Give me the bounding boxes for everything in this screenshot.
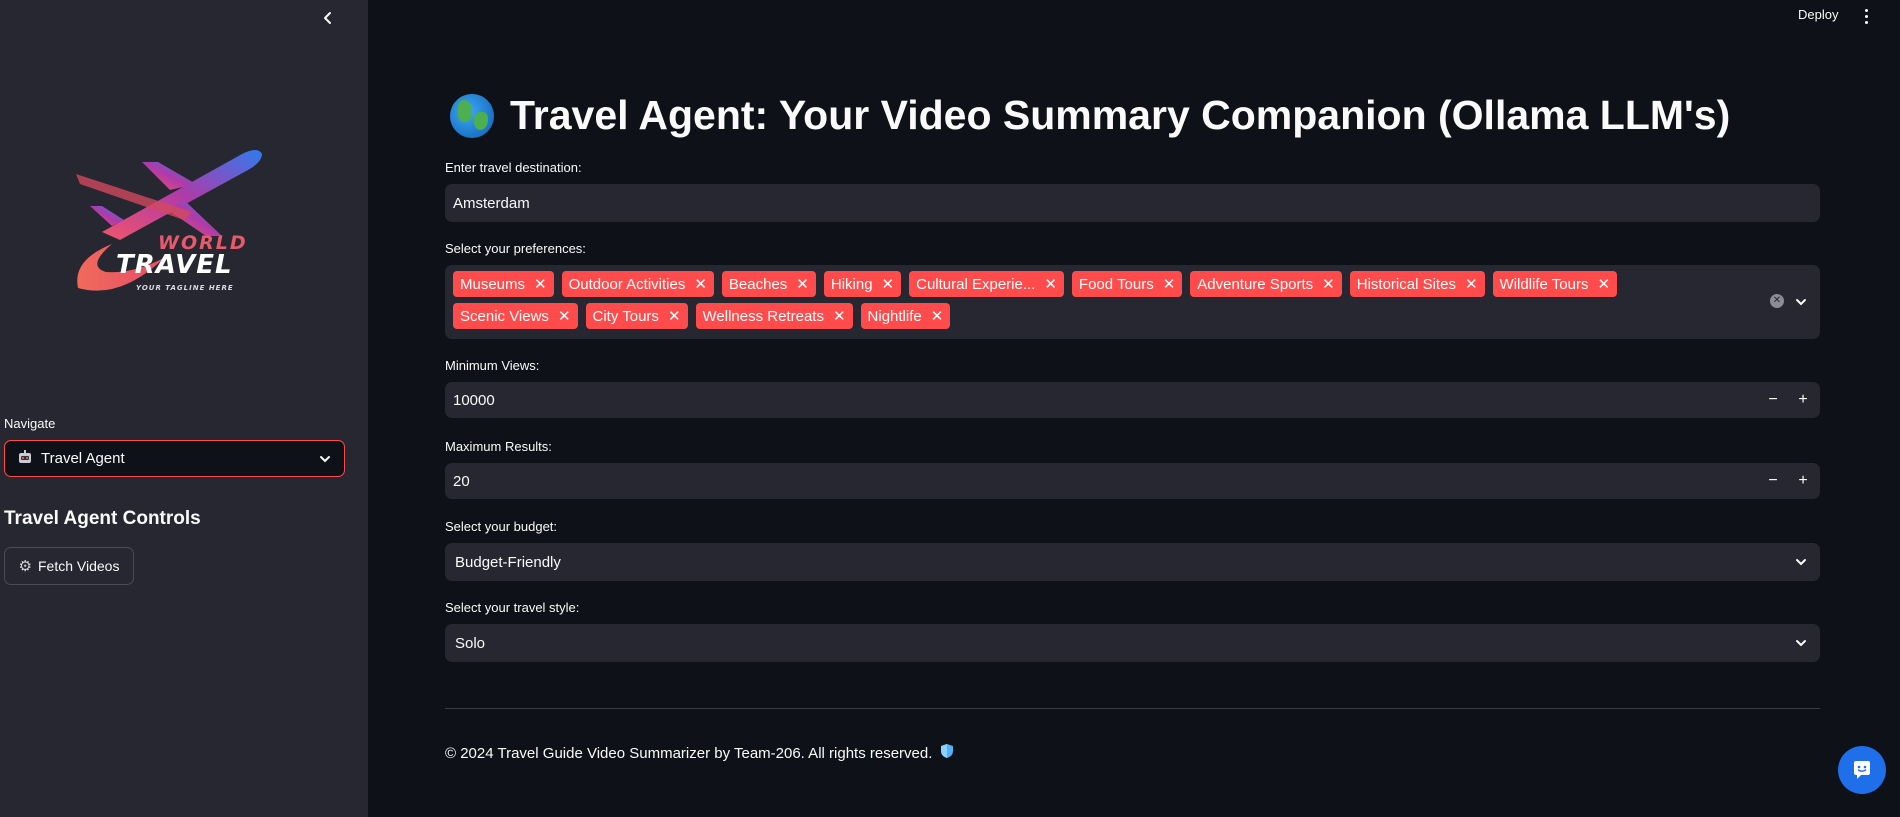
close-icon[interactable]: ✕	[796, 275, 809, 293]
clear-icon[interactable]: ✕	[1770, 294, 1784, 308]
gear-icon: ⚙	[18, 558, 32, 575]
chevron-down-icon[interactable]	[1794, 295, 1808, 314]
sidebar: WORLD TRAVEL YOUR TAGLINE HERE Navigate …	[0, 0, 368, 817]
close-icon[interactable]: ✕	[1597, 275, 1610, 293]
travel-agent-controls-heading: Travel Agent Controls	[4, 508, 201, 529]
preference-tag: Wellness Retreats ✕	[695, 303, 853, 329]
preference-tag: Outdoor Activities ✕	[561, 271, 714, 297]
close-icon[interactable]: ✕	[534, 275, 547, 293]
destination-input[interactable]: Amsterdam	[445, 184, 1820, 222]
page-title-text: Travel Agent: Your Video Summary Compani…	[510, 92, 1731, 138]
chevron-down-icon	[1794, 555, 1808, 573]
close-icon[interactable]: ✕	[694, 275, 707, 293]
close-icon[interactable]: ✕	[558, 307, 571, 325]
minus-icon[interactable]: −	[1758, 382, 1788, 418]
minus-icon[interactable]: −	[1758, 463, 1788, 499]
preference-tag: Hiking ✕	[823, 271, 902, 297]
close-icon[interactable]: ✕	[1044, 275, 1057, 293]
preference-tag: Scenic Views ✕	[453, 303, 578, 329]
preference-tag: City Tours ✕	[585, 303, 688, 329]
logo-tagline: YOUR TAGLINE HERE	[136, 284, 234, 292]
preference-tag: Historical Sites ✕	[1349, 271, 1485, 297]
destination-label: Enter travel destination:	[445, 160, 582, 175]
deploy-button[interactable]: Deploy	[1798, 7, 1838, 22]
close-icon[interactable]: ✕	[931, 307, 944, 325]
budget-value: Budget-Friendly	[455, 553, 561, 571]
preference-tag: Beaches ✕	[721, 271, 816, 297]
logo-text-travel: TRAVEL	[116, 250, 233, 280]
travel-style-value: Solo	[455, 634, 486, 652]
navigate-selected-value: Travel Agent	[41, 450, 125, 467]
world-travel-logo: WORLD TRAVEL YOUR TAGLINE HERE	[72, 140, 278, 300]
fetch-videos-button[interactable]: ⚙ Fetch Videos	[4, 547, 134, 585]
preference-tag: Museums ✕	[453, 271, 554, 297]
close-icon[interactable]: ✕	[668, 307, 681, 325]
travel-style-select[interactable]: Solo	[445, 624, 1820, 662]
close-icon[interactable]: ✕	[1163, 275, 1176, 293]
close-icon[interactable]: ✕	[882, 275, 895, 293]
preference-tag: Food Tours ✕	[1071, 271, 1183, 297]
chevron-down-icon	[318, 452, 332, 471]
preferences-multiselect[interactable]: Museums ✕ Outdoor Activities ✕ Beaches ✕ Hi…	[445, 265, 1820, 339]
close-icon[interactable]: ✕	[833, 307, 846, 325]
globe-icon	[450, 93, 494, 138]
preferences-label: Select your preferences:	[445, 241, 586, 256]
max-results-input[interactable]: 20 − +	[445, 463, 1820, 499]
max-results-value: 20	[453, 472, 470, 490]
min-views-label: Minimum Views:	[445, 358, 540, 373]
max-results-label: Maximum Results:	[445, 439, 552, 454]
plus-icon[interactable]: +	[1788, 382, 1818, 418]
plus-icon[interactable]: +	[1788, 463, 1818, 499]
collapse-sidebar-button[interactable]	[318, 8, 338, 28]
chevron-left-icon	[324, 12, 331, 24]
destination-value: Amsterdam	[453, 194, 530, 212]
footer: © 2024 Travel Guide Video Summarizer by …	[445, 743, 954, 763]
preference-tag: Wildlife Tours ✕	[1492, 271, 1618, 297]
robot-icon	[17, 449, 33, 468]
footer-text: © 2024 Travel Guide Video Summarizer by …	[445, 744, 933, 762]
fetch-videos-label: Fetch Videos	[37, 558, 120, 574]
preference-tag: Adventure Sports ✕	[1190, 271, 1342, 297]
divider	[445, 708, 1820, 709]
shield-icon	[940, 743, 954, 763]
navigate-select[interactable]: Travel Agent	[4, 440, 345, 477]
chevron-down-icon	[1794, 636, 1808, 654]
close-icon[interactable]: ✕	[1322, 275, 1335, 293]
preference-tag: Nightlife ✕	[860, 303, 951, 329]
kebab-menu-icon[interactable]	[1860, 5, 1872, 27]
close-icon[interactable]: ✕	[1465, 275, 1478, 293]
preference-tag: Cultural Experie... ✕	[909, 271, 1064, 297]
chat-button[interactable]	[1838, 746, 1886, 794]
travel-style-label: Select your travel style:	[445, 600, 580, 615]
budget-label: Select your budget:	[445, 519, 558, 534]
min-views-input[interactable]: 10000 − +	[445, 382, 1820, 418]
chat-icon	[1854, 761, 1870, 779]
page-title: Travel Agent: Your Video Summary Compani…	[450, 92, 1730, 139]
budget-select[interactable]: Budget-Friendly	[445, 543, 1820, 581]
navigate-label: Navigate	[4, 416, 56, 431]
min-views-value: 10000	[453, 391, 495, 409]
